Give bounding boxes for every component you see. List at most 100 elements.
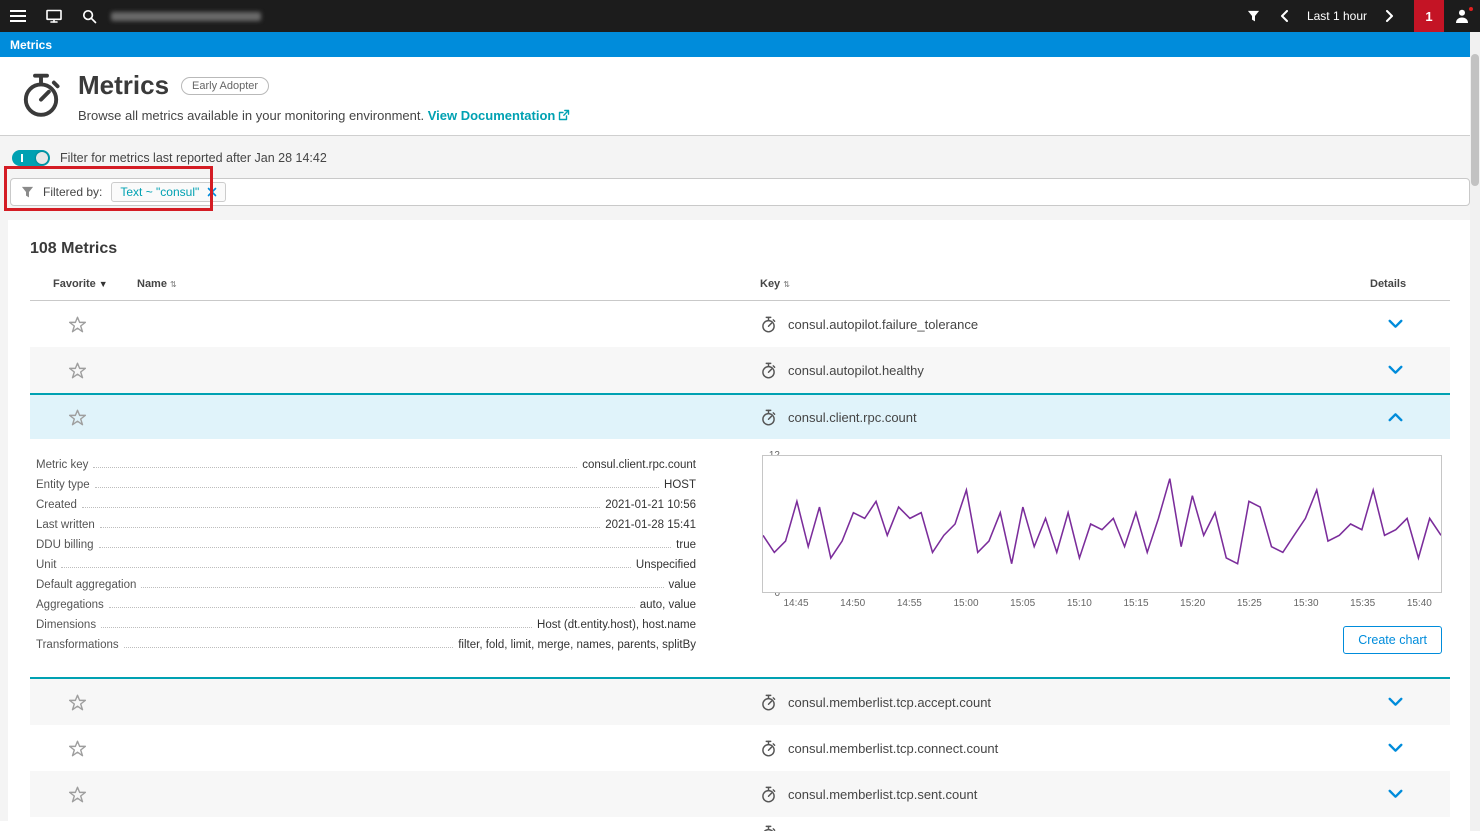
page-title: Metrics bbox=[78, 70, 169, 101]
column-details: Details bbox=[1370, 278, 1450, 290]
metric-key: consul.autopilot.healthy bbox=[788, 363, 924, 378]
sort-icon: ⇅ bbox=[783, 280, 790, 289]
user-profile-icon[interactable] bbox=[1444, 0, 1480, 32]
metric-properties: Metric keyconsul.client.rpc.count Entity… bbox=[36, 455, 696, 659]
early-adopter-badge: Early Adopter bbox=[181, 77, 269, 95]
top-navigation-bar: Last 1 hour 1 bbox=[0, 0, 1480, 32]
stopwatch-icon bbox=[760, 409, 777, 426]
metric-key: consul.memberlist.tcp.connect.count bbox=[788, 741, 998, 756]
table-row[interactable]: consul.memberlist.tcp.accept.count bbox=[30, 679, 1450, 725]
filter-chip[interactable]: Text ~ "consul" bbox=[111, 182, 226, 202]
table-row[interactable]: consul.autopilot.healthy bbox=[30, 347, 1450, 393]
last-reported-toggle[interactable] bbox=[12, 150, 50, 166]
metrics-card: 108 Metrics Favorite▼ Name⇅ Key⇅ Details… bbox=[8, 220, 1472, 831]
external-link-icon bbox=[558, 109, 570, 121]
scrollbar-thumb[interactable] bbox=[1471, 54, 1479, 186]
property-row: Aggregationsauto, value bbox=[36, 599, 696, 619]
metrics-stopwatch-icon bbox=[18, 72, 64, 118]
metric-detail-panel: Metric keyconsul.client.rpc.count Entity… bbox=[30, 439, 1450, 679]
property-row: Metric keyconsul.client.rpc.count bbox=[36, 459, 696, 479]
breadcrumb[interactable]: Metrics bbox=[10, 38, 52, 52]
stopwatch-icon bbox=[760, 786, 777, 803]
favorite-star-icon[interactable] bbox=[69, 409, 86, 426]
x-axis-label: 15:25 bbox=[1237, 598, 1262, 609]
page-scrollbar[interactable] bbox=[1470, 32, 1480, 831]
toggle-label: Filter for metrics last reported after J… bbox=[60, 151, 327, 165]
filtered-by-label: Filtered by: bbox=[43, 185, 102, 199]
x-axis-label: 14:50 bbox=[840, 598, 865, 609]
hamburger-menu-icon[interactable] bbox=[0, 0, 36, 32]
metric-key: consul.memberlist.tcp.sent.count bbox=[788, 787, 977, 802]
stopwatch-icon bbox=[760, 694, 777, 711]
table-row-expanded[interactable]: consul.client.rpc.count bbox=[30, 393, 1450, 439]
chart-x-axis: 14:4514:5014:5515:0015:0515:1015:1515:20… bbox=[762, 598, 1442, 614]
favorite-star-icon[interactable] bbox=[69, 740, 86, 757]
metric-key: consul.memberlist.tcp.accept.count bbox=[788, 695, 991, 710]
x-axis-label: 14:45 bbox=[783, 598, 808, 609]
column-key[interactable]: Key⇅ bbox=[760, 278, 1370, 290]
x-axis-label: 15:35 bbox=[1350, 598, 1375, 609]
metrics-count: 108 Metrics bbox=[30, 240, 1450, 258]
time-range-back-icon[interactable] bbox=[1270, 0, 1299, 32]
view-documentation-link[interactable]: View Documentation bbox=[428, 108, 571, 123]
user-alert-dot bbox=[1468, 6, 1474, 12]
table-row[interactable]: consul.autopilot.failure_tolerance bbox=[30, 301, 1450, 347]
toggle-knob bbox=[36, 152, 48, 164]
search-query-redacted[interactable] bbox=[111, 12, 261, 21]
x-axis-label: 15:00 bbox=[953, 598, 978, 609]
property-row: Default aggregationvalue bbox=[36, 579, 696, 599]
chart-plot-area[interactable] bbox=[762, 455, 1442, 593]
property-row: DimensionsHost (dt.entity.host), host.na… bbox=[36, 619, 696, 639]
page-header: Metrics Early Adopter Browse all metrics… bbox=[0, 57, 1480, 136]
property-row: UnitUnspecified bbox=[36, 559, 696, 579]
property-row: DDU billingtrue bbox=[36, 539, 696, 559]
table-row[interactable]: consul.memberlist.tcp.sent.count bbox=[30, 771, 1450, 817]
deployment-status-icon[interactable] bbox=[36, 0, 72, 32]
chevron-up-icon[interactable] bbox=[1388, 412, 1403, 422]
column-name[interactable]: Name⇅ bbox=[125, 278, 760, 290]
time-range-selector[interactable]: Last 1 hour bbox=[1299, 9, 1375, 23]
create-chart-button[interactable]: Create chart bbox=[1343, 626, 1442, 654]
favorite-star-icon[interactable] bbox=[69, 362, 86, 379]
table-row-partial[interactable] bbox=[30, 817, 1450, 831]
sort-desc-icon: ▼ bbox=[99, 279, 108, 289]
filter-chip-text: Text ~ "consul" bbox=[120, 185, 199, 199]
stopwatch-icon bbox=[760, 825, 777, 831]
chevron-down-icon[interactable] bbox=[1388, 743, 1403, 753]
chevron-down-icon[interactable] bbox=[1388, 365, 1403, 375]
funnel-icon bbox=[21, 186, 34, 199]
time-range-forward-icon[interactable] bbox=[1375, 0, 1404, 32]
metric-chart: 04812 14:4514:5014:5515:0015:0515:1015:1… bbox=[736, 455, 1442, 659]
stopwatch-icon bbox=[760, 362, 777, 379]
breadcrumb-bar: Metrics bbox=[0, 32, 1480, 57]
toggle-on-mark bbox=[21, 154, 23, 162]
x-axis-label: 15:20 bbox=[1180, 598, 1205, 609]
table-header: Favorite▼ Name⇅ Key⇅ Details bbox=[30, 278, 1450, 301]
line-chart bbox=[763, 456, 1441, 592]
page-subtitle: Browse all metrics available in your mon… bbox=[78, 108, 424, 123]
property-row: Created2021-01-21 10:56 bbox=[36, 499, 696, 519]
search-icon[interactable] bbox=[72, 0, 107, 32]
metric-key: consul.client.rpc.count bbox=[788, 410, 917, 425]
x-axis-label: 15:15 bbox=[1123, 598, 1148, 609]
favorite-star-icon[interactable] bbox=[69, 316, 86, 333]
property-row: Transformationsfilter, fold, limit, merg… bbox=[36, 639, 696, 659]
property-row: Entity typeHOST bbox=[36, 479, 696, 499]
stopwatch-icon bbox=[760, 316, 777, 333]
favorite-star-icon[interactable] bbox=[69, 694, 86, 711]
chevron-down-icon[interactable] bbox=[1388, 319, 1403, 329]
table-row[interactable]: consul.memberlist.tcp.connect.count bbox=[30, 725, 1450, 771]
filter-icon[interactable] bbox=[1237, 0, 1270, 32]
sort-icon: ⇅ bbox=[170, 280, 177, 289]
metric-key: consul.autopilot.failure_tolerance bbox=[788, 317, 978, 332]
column-favorite[interactable]: Favorite▼ bbox=[30, 278, 125, 290]
chevron-down-icon[interactable] bbox=[1388, 789, 1403, 799]
remove-filter-icon[interactable] bbox=[207, 187, 217, 197]
notifications-badge[interactable]: 1 bbox=[1414, 0, 1444, 32]
favorite-star-icon[interactable] bbox=[69, 786, 86, 803]
property-row: Last written2021-01-28 15:41 bbox=[36, 519, 696, 539]
x-axis-label: 15:40 bbox=[1407, 598, 1432, 609]
chevron-down-icon[interactable] bbox=[1388, 697, 1403, 707]
filter-bar[interactable]: Filtered by: Text ~ "consul" bbox=[10, 178, 1470, 206]
x-axis-label: 15:05 bbox=[1010, 598, 1035, 609]
